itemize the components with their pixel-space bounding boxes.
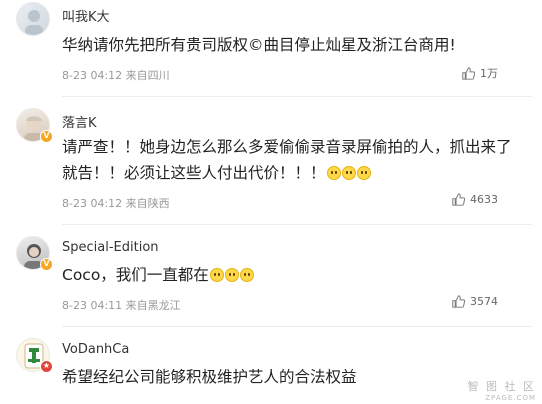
avatar[interactable] <box>16 2 50 36</box>
comment-username[interactable]: 落言K <box>62 112 97 131</box>
emoji-icon <box>209 268 224 282</box>
emoji-icon <box>224 268 239 282</box>
comment-location: 来自四川 <box>125 69 170 82</box>
comment-text: 请严查！！她身边怎么那么多爱偷偷录音录屏偷拍的人，抓出来了就告！！必须让这些人付… <box>62 134 526 186</box>
like-button[interactable]: 1万 <box>462 65 498 81</box>
comment-divider <box>62 96 532 97</box>
watermark-line1: 智 图 社 区 <box>467 380 536 393</box>
comment-text: Coco，我们一直都在 <box>62 262 526 288</box>
emoji-icon <box>239 268 254 282</box>
comment-username[interactable]: 叫我K大 <box>62 6 110 25</box>
comment-date: 8-23 04:12 <box>62 69 123 82</box>
comment-date: 8-23 04:12 <box>62 197 123 210</box>
comment-text-content: Coco，我们一直都在 <box>62 266 209 284</box>
comment-text-content: 请严查！！她身边怎么那么多爱偷偷录音录屏偷拍的人，抓出来了就告！！必须让这些人付… <box>62 138 512 182</box>
watermark: 智 图 社 区 ZPAGE.COM <box>468 378 537 402</box>
comment-divider <box>62 326 532 327</box>
avatar-image-icon <box>25 10 43 35</box>
verified-badge-icon: V <box>40 258 53 271</box>
emoji-icon <box>341 166 356 180</box>
thumbs-up-icon <box>452 193 465 206</box>
verified-badge-icon: V <box>40 130 53 143</box>
like-count: 1万 <box>480 67 498 80</box>
comment-meta: 8-23 04:12 来自陕西 <box>62 195 170 211</box>
comment-location: 来自黑龙江 <box>125 299 181 312</box>
comment-meta: 8-23 04:12 来自四川 <box>62 67 170 83</box>
thumbs-up-icon <box>452 295 465 308</box>
comment-date: 8-23 04:11 <box>62 299 123 312</box>
comment-username[interactable]: VoDanhCa <box>62 342 129 357</box>
comment-divider <box>62 224 532 225</box>
comment-username[interactable]: Special-Edition <box>62 240 159 255</box>
emoji-icon <box>356 166 371 180</box>
thumbs-up-icon <box>462 66 475 80</box>
like-count: 4633 <box>470 193 498 206</box>
like-button[interactable]: 4633 <box>452 193 498 206</box>
watermark-line2: ZPAGE.COM <box>485 394 536 402</box>
comment-location: 来自陕西 <box>125 197 170 210</box>
comment-meta: 8-23 04:11 来自黑龙江 <box>62 297 181 313</box>
like-button[interactable]: 3574 <box>452 295 498 308</box>
star-badge-icon: ★ <box>40 360 53 373</box>
emoji-icon <box>326 166 341 180</box>
comment-text: 希望经纪公司能够积极维护艺人的合法权益 <box>62 368 357 386</box>
like-count: 3574 <box>470 295 498 308</box>
comment-text: 华纳请你先把所有贵司版权©曲目停止灿星及浙江台商用! <box>62 36 456 54</box>
